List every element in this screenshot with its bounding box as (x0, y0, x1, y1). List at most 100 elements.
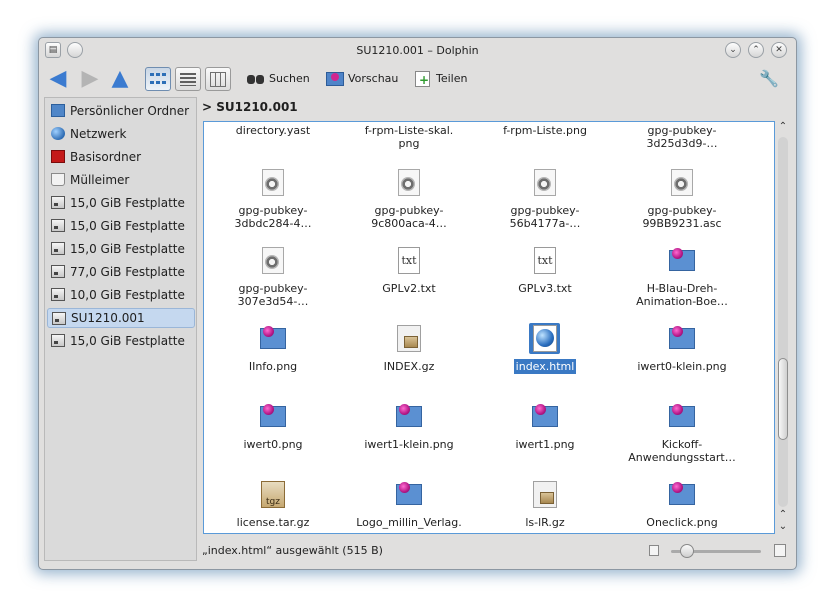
image-file-icon (666, 323, 697, 354)
hard-disk-icon (51, 219, 65, 232)
root-folder-icon (51, 150, 65, 163)
scroll-down-icon[interactable]: ⌄ (776, 521, 790, 533)
scroll-up-lower-icon[interactable]: ⌃ (776, 509, 790, 521)
places-panel: Persönlicher Ordner Netzwerk Basisordner Mü… (44, 97, 197, 561)
place-label: SU1210.001 (71, 311, 145, 325)
hard-disk-icon (51, 242, 65, 255)
vertical-scrollbar[interactable]: ⌃ ⌃ ⌄ (776, 121, 790, 534)
forward-arrow-icon[interactable]: ▶ (77, 67, 103, 91)
breadcrumb-separator: > (202, 100, 213, 114)
preview-button[interactable]: Vorschau (323, 67, 401, 91)
window-title: SU1210.001 – Dolphin (356, 44, 479, 57)
zoom-slider[interactable] (649, 543, 789, 559)
search-button[interactable]: Suchen (244, 67, 313, 91)
hard-disk-icon (51, 334, 65, 347)
maximize-icon[interactable]: ⌃ (748, 42, 764, 58)
place-item[interactable]: Basisordner (47, 147, 195, 167)
image-file-icon (529, 401, 560, 432)
hard-disk-icon (51, 196, 65, 209)
zoom-knob[interactable] (680, 544, 695, 558)
file-name: iwert0.png (243, 438, 303, 451)
file-name: license.tar.gz (236, 516, 310, 529)
place-item[interactable]: Persönlicher Ordner (47, 101, 195, 121)
file-name-continued: 3d25d3d9-… (646, 137, 718, 150)
file-name: gpg-pubkey- (238, 282, 308, 295)
place-label: 15,0 GiB Festplatte (70, 196, 185, 210)
breadcrumb[interactable]: > SU1210.001 (202, 98, 298, 116)
file-name: INDEX.gz (383, 360, 435, 373)
file-name: gpg-pubkey- (647, 124, 717, 137)
file-name-continued: Animation-Boe… (636, 295, 728, 308)
text-file-icon (529, 245, 560, 276)
zoom-out-icon[interactable] (649, 545, 659, 556)
place-label: Basisordner (70, 150, 142, 164)
details-view-icon (180, 73, 196, 86)
file-name-continued: png (398, 137, 420, 150)
image-file-icon (666, 479, 697, 510)
close-icon[interactable]: ✕ (771, 42, 787, 58)
back-arrow-icon[interactable]: ◀ (45, 67, 71, 91)
details-view-button[interactable] (175, 67, 201, 91)
preview-label: Vorschau (348, 72, 399, 85)
breadcrumb-current[interactable]: SU1210.001 (216, 100, 297, 114)
scroll-thumb[interactable] (778, 358, 788, 440)
scroll-up-icon[interactable]: ⌃ (776, 121, 790, 133)
toolbar: ◀ ▶ ▲ Suchen Vorschau + Teilen 🔧 (39, 64, 796, 94)
place-item[interactable]: 10,0 GiB Festplatte (47, 285, 195, 305)
key-file-icon (393, 167, 424, 198)
place-item[interactable]: 15,0 GiB Festplatte (47, 216, 195, 236)
file-name-continued: 9c800aca-4… (371, 217, 447, 230)
binoculars-icon (247, 71, 265, 87)
hard-disk-icon (51, 265, 65, 278)
place-label: Netzwerk (70, 127, 127, 141)
archive-file-icon (529, 479, 560, 510)
place-item[interactable]: 15,0 GiB Festplatte (47, 331, 195, 351)
minimize-icon[interactable]: ⌄ (725, 42, 741, 58)
preview-icon (326, 71, 344, 87)
place-label: 15,0 GiB Festplatte (70, 242, 185, 256)
file-name-continued: 3dbdc284-4… (234, 217, 312, 230)
up-arrow-icon[interactable]: ▲ (107, 67, 133, 91)
file-name-continued: 56b4177a-… (509, 217, 581, 230)
file-view[interactable]: directory.yast f-rpm-Liste-skal. png f-rpm-… (203, 121, 775, 534)
key-file-icon (666, 167, 697, 198)
zoom-in-icon[interactable] (774, 544, 786, 557)
key-file-icon (529, 167, 560, 198)
columns-view-icon (210, 72, 226, 87)
search-label: Suchen (269, 72, 310, 85)
title-bar[interactable]: ▤ SU1210.001 – Dolphin ⌄ ⌃ ✕ (39, 38, 796, 64)
place-label: Mülleimer (70, 173, 130, 187)
file-name: directory.yast (235, 124, 311, 137)
tarball-file-icon (257, 479, 288, 510)
place-item[interactable]: Mülleimer (47, 170, 195, 190)
image-file-icon (666, 401, 697, 432)
file-name: Logo_millin_Verlag. (356, 516, 462, 529)
file-name-continued: png (399, 529, 420, 534)
file-name: iwert1-klein.png (364, 438, 454, 451)
columns-view-button[interactable] (205, 67, 231, 91)
file-name: iwert0-klein.png (637, 360, 727, 373)
place-item[interactable]: Netzwerk (47, 124, 195, 144)
key-file-icon (257, 167, 288, 198)
image-file-icon (393, 479, 424, 510)
file-name: IInfo.png (248, 360, 298, 373)
file-name: f-rpm-Liste-skal. (364, 124, 454, 137)
icons-view-button[interactable] (145, 67, 171, 91)
status-text: „index.html“ ausgewählt (515 B) (202, 544, 383, 557)
file-name: gpg-pubkey- (647, 204, 717, 217)
place-item[interactable]: SU1210.001 (47, 308, 195, 328)
network-icon (51, 127, 65, 140)
place-item[interactable]: 15,0 GiB Festplatte (47, 239, 195, 259)
file-name-continued: Anwendungsstart… (628, 451, 736, 464)
image-file-icon (257, 401, 288, 432)
place-item[interactable]: 15,0 GiB Festplatte (47, 193, 195, 213)
home-folder-icon (51, 104, 65, 117)
trash-icon (51, 173, 65, 186)
place-label: 15,0 GiB Festplatte (70, 334, 185, 348)
settings-wrench-icon[interactable]: 🔧 (759, 67, 785, 91)
place-item[interactable]: 77,0 GiB Festplatte (47, 262, 195, 282)
split-button[interactable]: + Teilen (411, 67, 470, 91)
scroll-trough[interactable] (778, 137, 788, 507)
archive-file-icon (393, 323, 424, 354)
split-view-icon: + (414, 71, 432, 87)
